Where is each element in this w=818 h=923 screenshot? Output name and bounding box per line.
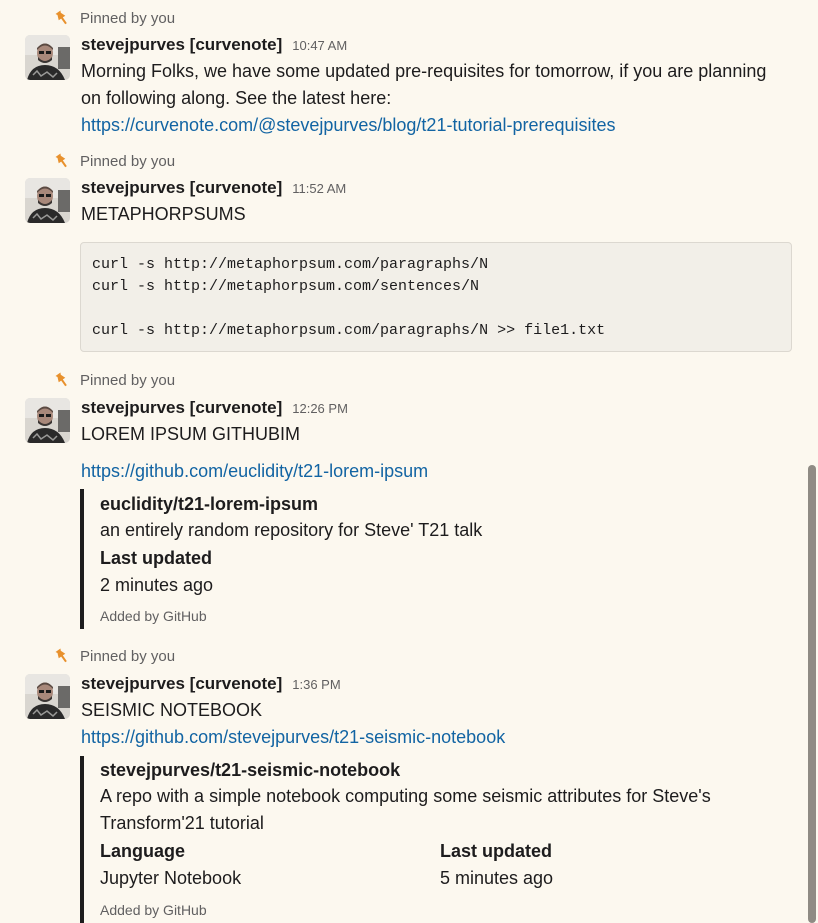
attachment-description: A repo with a simple notebook computing …	[100, 786, 711, 806]
pinned-indicator: Pinned by you	[55, 647, 175, 665]
pinned-label: Pinned by you	[80, 371, 176, 389]
avatar-image	[25, 674, 70, 719]
avatar[interactable]	[25, 35, 70, 80]
avatar[interactable]	[25, 178, 70, 223]
attachment-footer: Added by GitHub	[100, 608, 207, 624]
author-name[interactable]: stevejpurves [curvenote]	[81, 35, 282, 55]
message-text: METAPHORPSUMS	[81, 204, 246, 224]
pinned-indicator: Pinned by you	[55, 152, 175, 170]
message-timestamp[interactable]: 11:52 AM	[292, 181, 346, 196]
attachment-title[interactable]: euclidity/t21-lorem-ipsum	[100, 492, 318, 516]
link-unfurl-attachment: stevejpurves/t21-seismic-notebook A repo…	[80, 756, 784, 923]
pin-icon	[55, 648, 69, 664]
attachment-description: an entirely random repository for Steve'…	[100, 520, 483, 540]
message-text: LOREM IPSUM GITHUBIM	[81, 424, 301, 444]
pinned-label: Pinned by you	[80, 647, 176, 665]
message-header: stevejpurves [curvenote] 1:36 PM	[81, 674, 341, 696]
code-line: curl -s http://metaphorpsum.com/paragrap…	[92, 322, 606, 339]
author-name[interactable]: stevejpurves [curvenote]	[81, 178, 282, 198]
message-header: stevejpurves [curvenote] 11:52 AM	[81, 178, 346, 200]
message-link[interactable]: https://github.com/stevejpurves/t21-seis…	[81, 727, 505, 747]
attachment-field-value: Jupyter Notebook	[100, 868, 242, 888]
message-text: SEISMIC NOTEBOOK	[81, 700, 263, 720]
pinned-label: Pinned by you	[80, 152, 176, 170]
attachment-field-label: Last updated	[440, 841, 553, 861]
author-name[interactable]: stevejpurves [curvenote]	[81, 674, 282, 694]
avatar-image	[25, 398, 70, 443]
attachment-title[interactable]: stevejpurves/t21-seismic-notebook	[100, 758, 400, 782]
attachment-field-label: Language	[100, 841, 186, 861]
avatar-image	[25, 35, 70, 80]
code-line: curl -s http://metaphorpsum.com/paragrap…	[92, 256, 489, 273]
message-text: Morning Folks, we have some updated pre-…	[81, 61, 767, 81]
attachment-field-value: 5 minutes ago	[440, 868, 554, 888]
link-unfurl-attachment: euclidity/t21-lorem-ipsum an entirely ra…	[80, 489, 784, 629]
attachment-field-label: Last updated	[100, 548, 213, 568]
pin-icon	[55, 372, 69, 388]
message-header: stevejpurves [curvenote] 10:47 AM	[81, 35, 347, 57]
avatar-image	[25, 178, 70, 223]
author-name[interactable]: stevejpurves [curvenote]	[81, 398, 282, 418]
message-timestamp[interactable]: 10:47 AM	[292, 38, 347, 53]
message-timestamp[interactable]: 1:36 PM	[292, 677, 340, 692]
attachment-field-value: 2 minutes ago	[100, 575, 214, 595]
pin-icon	[55, 153, 69, 169]
scrollbar[interactable]	[806, 465, 816, 923]
pinned-indicator: Pinned by you	[55, 9, 175, 27]
code-block[interactable]: curl -s http://metaphorpsum.com/paragrap…	[80, 242, 792, 352]
message-header: stevejpurves [curvenote] 12:26 PM	[81, 398, 348, 420]
code-line: curl -s http://metaphorpsum.com/sentence…	[92, 278, 480, 295]
avatar[interactable]	[25, 398, 70, 443]
pinned-indicator: Pinned by you	[55, 371, 175, 389]
attachment-description: Transform'21 tutorial	[100, 813, 264, 833]
message-link[interactable]: https://github.com/euclidity/t21-lorem-i…	[81, 461, 428, 481]
message-text: on following along. See the latest here:	[81, 88, 392, 108]
pinned-label: Pinned by you	[80, 9, 176, 27]
pin-icon	[55, 10, 69, 26]
scrollbar-thumb[interactable]	[808, 465, 816, 923]
attachment-footer: Added by GitHub	[100, 902, 207, 918]
message-timestamp[interactable]: 12:26 PM	[292, 401, 348, 416]
avatar[interactable]	[25, 674, 70, 719]
message-link[interactable]: https://curvenote.com/@stevejpurves/blog…	[81, 115, 616, 135]
